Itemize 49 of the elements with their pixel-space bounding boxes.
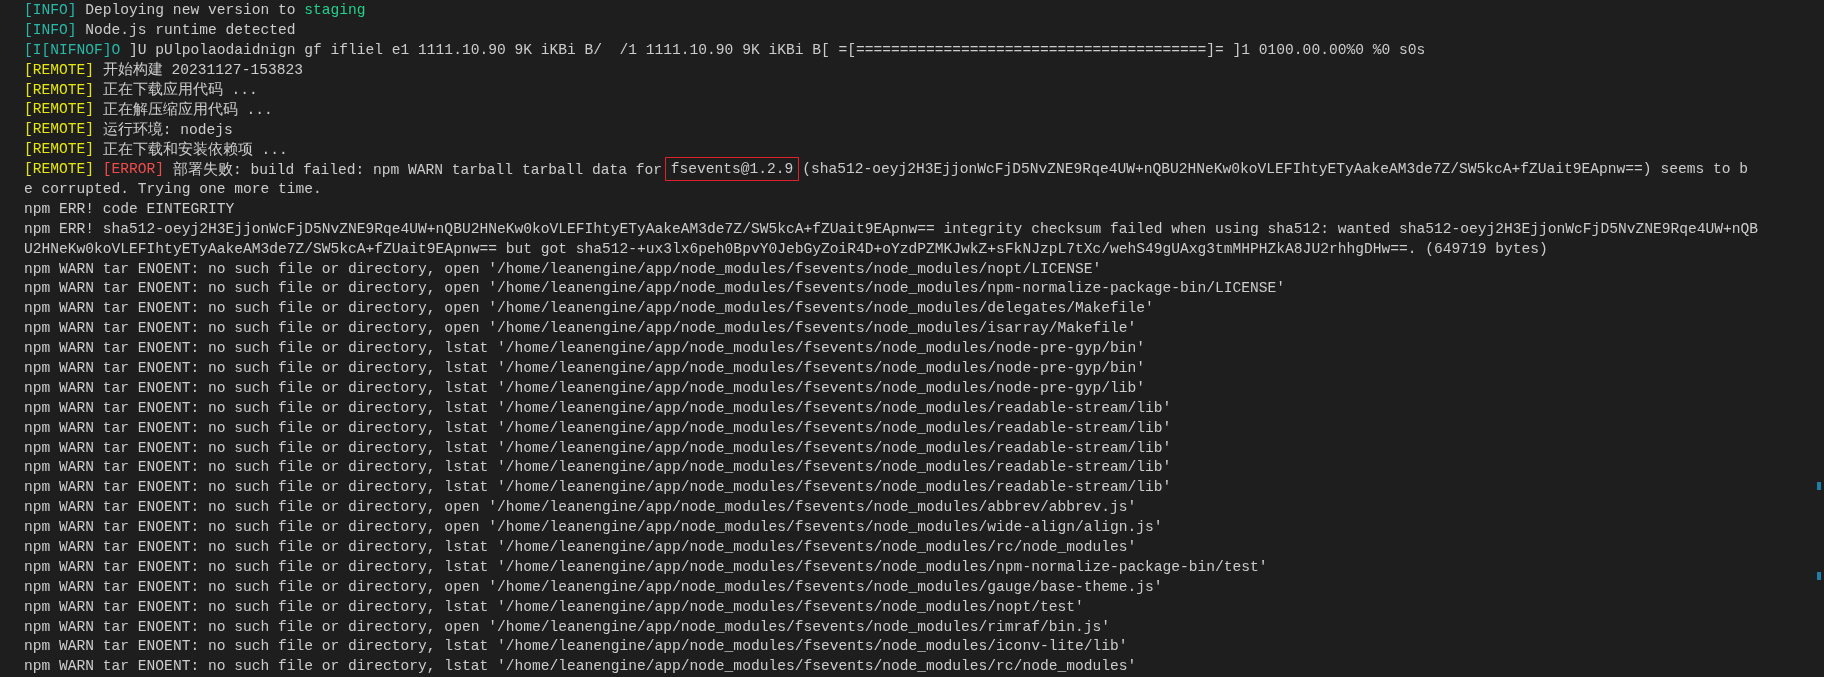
terminal-line: U2HNeKw0koVLEFIhtyETyAakeAM3de7Z/SW5kcA+fZUait9EApnw== but got sha512-+ux3lx6peh0BpvY0JebGyZoiR4D+oYzdPZMKJwkZ+sFkNJzpL7tXc/wehS49gUAxg3tmMHPHZkA8JU2rhhgDHw==. (649719 bytes) <box>24 240 1548 257</box>
scroll-marker <box>1817 482 1821 490</box>
terminal-line: npm WARN tar ENOENT: no such file or directory, lstat '/home/leanengine/app/node_modules/fsevents/node_modules/rc/node_modules' <box>24 658 1137 675</box>
boxed-text: fsevents@1.2.9 <box>664 157 800 182</box>
terminal-line: e corrupted. Trying one more time. <box>24 180 322 197</box>
log-text: 部署失败: build failed: npm WARN tarball tarball data for <box>172 160 662 179</box>
terminal-line: npm WARN tar ENOENT: no such file or directory, lstat '/home/leanengine/app/node_modules/fsevents/node_modules/node-pre-gyp/bin' <box>24 359 1145 376</box>
terminal-line: npm WARN tar ENOENT: no such file or directory, open '/home/leanengine/app/node_modules/fsevents/node_modules/abbrev/abbrev.js' <box>24 499 1137 516</box>
log-text: 正在下载应用代码 ... <box>102 80 258 99</box>
log-text: ]U pUlpolaodaidnign gf ifliel e1 1111.10.90 9K iKBi B/ /1 1111.10.90 9K iKBi B[ =[========================================]= ]1 0100.00.00%0 %0 s0s <box>129 41 1426 58</box>
terminal-line: npm WARN tar ENOENT: no such file or directory, lstat '/home/leanengine/app/node_modules/fsevents/node_modules/npm-normalize-package-bin/test' <box>24 558 1268 575</box>
terminal-line: npm WARN tar ENOENT: no such file or directory, open '/home/leanengine/app/node_modules/fsevents/node_modules/npm-normalize-package-bin/LICENSE' <box>24 280 1286 297</box>
highlighted-text: staging <box>304 1 366 18</box>
log-text: Deploying new version to <box>85 1 296 18</box>
terminal-line: npm WARN tar ENOENT: no such file or directory, open '/home/leanengine/app/node_modules/fsevents/node_modules/wide-align/align.js' <box>24 519 1163 536</box>
log-tag: [REMOTE] <box>24 141 95 158</box>
terminal-line: npm WARN tar ENOENT: no such file or directory, open '/home/leanengine/app/node_modules/fsevents/node_modules/gauge/base-theme.js' <box>24 578 1163 595</box>
log-tag: [INFO] <box>24 21 77 38</box>
terminal-line: npm WARN tar ENOENT: no such file or directory, lstat '/home/leanengine/app/node_modules/fsevents/node_modules/readable-stream/lib' <box>24 399 1172 416</box>
terminal-line: npm WARN tar ENOENT: no such file or directory, open '/home/leanengine/app/node_modules/fsevents/node_modules/isarray/Makefile' <box>24 320 1137 337</box>
log-tag: [I[NIFNOF]O <box>24 41 121 58</box>
log-text: Node.js runtime detected <box>85 21 296 38</box>
terminal-line: npm WARN tar ENOENT: no such file or directory, lstat '/home/leanengine/app/node_modules/fsevents/node_modules/readable-stream/lib' <box>24 439 1172 456</box>
terminal-line: npm WARN tar ENOENT: no such file or directory, lstat '/home/leanengine/app/node_modules/fsevents/node_modules/rc/node_modules' <box>24 539 1137 555</box>
log-tag: [REMOTE] <box>24 61 95 78</box>
log-tag: [INFO] <box>24 1 77 18</box>
terminal-line: npm WARN tar ENOENT: no such file or directory, open '/home/leanengine/app/node_modules/fsevents/node_modules/nopt/LICENSE' <box>24 260 1102 277</box>
terminal-line: npm ERR! sha512-oeyj2H3EjjonWcFjD5NvZNE9Rqe4UW+nQBU2HNeKw0koVLEFIhtyETyAakeAM3de7Z/SW5kcA+fZUait9EApnw== integrity checksum failed when using sha512: wanted sha512-oeyj2H3EjjonWcFjD5NvZNE9Rqe4UW+nQB <box>24 220 1759 237</box>
terminal-line: npm WARN tar ENOENT: no such file or directory, lstat '/home/leanengine/app/node_modules/fsevents/node_modules/readable-stream/lib' <box>24 459 1172 476</box>
error-tag: [ERROR] <box>102 161 165 178</box>
log-tag: [REMOTE] <box>24 161 95 178</box>
log-text: 运行环境: nodejs <box>102 120 233 139</box>
terminal-line: npm ERR! code EINTEGRITY <box>24 200 235 217</box>
log-tag: [REMOTE] <box>24 121 95 138</box>
terminal-line: npm WARN tar ENOENT: no such file or directory, lstat '/home/leanengine/app/node_modules/fsevents/node_modules/readable-stream/lib' <box>24 419 1172 436</box>
log-text: 开始构建 20231127-153823 <box>102 60 303 80</box>
terminal-line: npm WARN tar ENOENT: no such file or directory, lstat '/home/leanengine/app/node_modules/fsevents/node_modules/nopt/test' <box>24 598 1084 615</box>
log-text: 正在下载和安装依赖项 ... <box>102 140 288 159</box>
terminal-line: npm WARN tar ENOENT: no such file or directory, lstat '/home/leanengine/app/node_modules/fsevents/node_modules/readable-stream/lib' <box>24 479 1172 496</box>
terminal-line: npm WARN tar ENOENT: no such file or directory, lstat '/home/leanengine/app/node_modules/fsevents/node_modules/node-pre-gyp/lib' <box>24 379 1145 396</box>
log-text: (sha512-oeyj2H3EjjonWcFjD5NvZNE9Rqe4UW+nQBU2HNeKw0koVLEFIhtyETyAakeAM3de7Z/SW5kcA+fZUait9EApnw==) seems to b <box>802 161 1748 178</box>
terminal-line: npm WARN tar ENOENT: no such file or directory, lstat '/home/leanengine/app/node_modules/fsevents/node_modules/node-pre-gyp/bin' <box>24 340 1145 357</box>
terminal-line: npm WARN tar ENOENT: no such file or directory, open '/home/leanengine/app/node_modules/fsevents/node_modules/rimraf/bin.js' <box>24 618 1110 635</box>
log-text: 正在解压缩应用代码 ... <box>102 100 273 119</box>
log-tag: [REMOTE] <box>24 101 95 118</box>
log-tag: [REMOTE] <box>24 81 95 98</box>
terminal-line: npm WARN tar ENOENT: no such file or directory, open '/home/leanengine/app/node_modules/fsevents/node_modules/delegates/Makefile' <box>24 300 1154 317</box>
terminal-line: npm WARN tar ENOENT: no such file or directory, lstat '/home/leanengine/app/node_modules/fsevents/node_modules/iconv-lite/lib' <box>24 638 1128 655</box>
scroll-marker <box>1817 572 1821 580</box>
